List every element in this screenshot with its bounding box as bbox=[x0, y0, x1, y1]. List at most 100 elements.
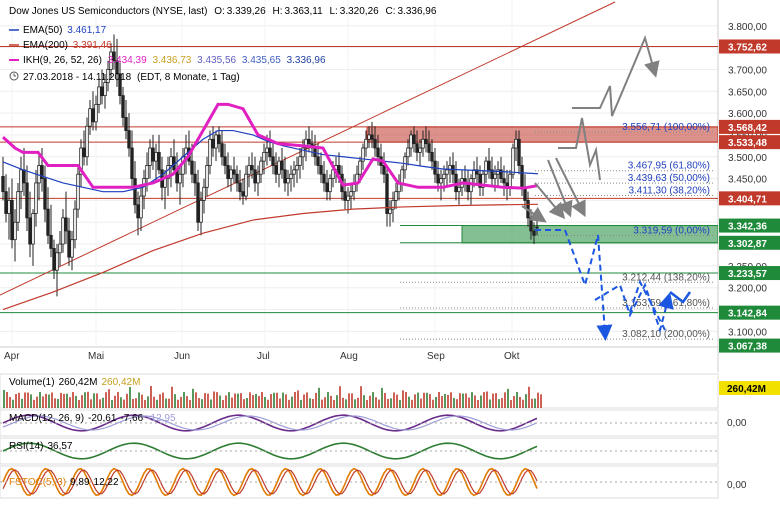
candle-body bbox=[409, 134, 413, 149]
volume-bar bbox=[24, 392, 26, 408]
volume-bar bbox=[201, 399, 203, 408]
volume-bar bbox=[333, 399, 335, 408]
candle-body bbox=[67, 230, 71, 258]
level-label: 3.404,71 bbox=[728, 194, 767, 205]
volume-bar bbox=[516, 392, 518, 408]
volume-bar bbox=[507, 388, 509, 408]
volume-bar bbox=[258, 396, 260, 408]
candle-body bbox=[346, 195, 350, 201]
candle-body bbox=[445, 169, 449, 175]
fib-label: 3.319,59 (0,00%) bbox=[633, 225, 710, 236]
candle-body bbox=[265, 147, 269, 153]
volume-bar bbox=[288, 399, 290, 408]
candle-body bbox=[436, 173, 440, 184]
volume-bar bbox=[51, 392, 53, 408]
volume-bar bbox=[378, 399, 380, 408]
candle-body bbox=[10, 199, 14, 241]
volume-bar bbox=[156, 399, 158, 408]
volume-bar bbox=[66, 393, 68, 408]
volume-bar bbox=[276, 392, 278, 408]
volume-bar bbox=[411, 399, 413, 408]
volume-bar bbox=[60, 392, 62, 408]
volume-bar bbox=[150, 386, 152, 408]
candle-body bbox=[382, 165, 386, 175]
volume-bar bbox=[45, 393, 47, 408]
volume-bar bbox=[510, 399, 512, 408]
candle-body bbox=[517, 138, 521, 166]
candle-body bbox=[214, 134, 218, 149]
legend-period: 27.03.2018 - 14.11.2018 (EDT, 8 Monate, … bbox=[23, 72, 240, 83]
volume-bar bbox=[135, 398, 137, 408]
volume-bar bbox=[261, 392, 263, 408]
macd-axis-label: 0,00 bbox=[727, 418, 747, 429]
y-tick-label: 3.600,00 bbox=[728, 109, 767, 120]
candle-body bbox=[487, 160, 491, 171]
volume-bar bbox=[15, 394, 17, 408]
volume-bar bbox=[120, 397, 122, 408]
volume-bar bbox=[231, 397, 233, 408]
volume-bar bbox=[486, 391, 488, 408]
candle-body bbox=[508, 173, 512, 188]
volume-bar bbox=[519, 396, 521, 408]
candle-body bbox=[343, 191, 347, 201]
candle-body bbox=[439, 178, 443, 184]
volume-bar bbox=[468, 397, 470, 408]
candle-body bbox=[139, 195, 143, 219]
volume-bar bbox=[435, 396, 437, 408]
volume-bar bbox=[360, 386, 362, 408]
volume-bar bbox=[408, 396, 410, 408]
volume-bar bbox=[489, 399, 491, 408]
candle-body bbox=[415, 143, 419, 153]
candle-body bbox=[49, 234, 53, 249]
volume-bar bbox=[381, 387, 383, 408]
volume-bar bbox=[537, 392, 539, 408]
x-tick-label: Mai bbox=[88, 351, 104, 362]
x-tick-label: Apr bbox=[4, 351, 20, 362]
volume-bar bbox=[72, 392, 74, 408]
candle-body bbox=[316, 156, 320, 166]
volume-bar bbox=[363, 395, 365, 408]
candle-body bbox=[7, 199, 11, 214]
x-tick-label: Okt bbox=[504, 351, 520, 362]
volume-bar bbox=[222, 399, 224, 408]
candle-body bbox=[292, 169, 296, 175]
volume-bar bbox=[216, 392, 218, 408]
candle-body bbox=[472, 169, 476, 179]
volume-bar bbox=[12, 399, 14, 408]
volume-bar bbox=[78, 399, 80, 408]
candle-body bbox=[103, 82, 107, 97]
candle-body bbox=[229, 169, 233, 179]
volume-bar bbox=[63, 393, 65, 408]
candle-body bbox=[280, 160, 284, 171]
y-tick-label: 3.800,00 bbox=[728, 22, 767, 33]
candle-body bbox=[373, 138, 377, 149]
volume-bar bbox=[447, 394, 449, 408]
y-tick-label: 3.700,00 bbox=[728, 65, 767, 76]
volume-bar bbox=[132, 398, 134, 408]
volume-bar bbox=[90, 399, 92, 408]
candle-body bbox=[256, 173, 260, 184]
fib-label: 3.212,44 (138,20%) bbox=[622, 272, 710, 283]
volume-bar bbox=[396, 394, 398, 408]
candle-body bbox=[34, 182, 38, 214]
volume-bar bbox=[228, 392, 230, 408]
volume-bar bbox=[69, 397, 71, 408]
volume-bar bbox=[327, 392, 329, 408]
volume-bar bbox=[390, 398, 392, 408]
candle-body bbox=[535, 226, 539, 229]
y-axis-labels: 3.100,003.150,003.200,003.250,003.300,00… bbox=[728, 22, 767, 339]
candle-body bbox=[421, 138, 425, 149]
volume-bar bbox=[180, 396, 182, 408]
volume-bar bbox=[357, 397, 359, 408]
volume-bar bbox=[30, 394, 32, 408]
candle-body bbox=[121, 95, 125, 118]
level-label: 3.302,87 bbox=[728, 239, 767, 250]
volume-bar bbox=[444, 393, 446, 408]
candle-body bbox=[226, 165, 230, 179]
candle-body bbox=[289, 173, 293, 179]
volume-bar bbox=[213, 391, 215, 408]
y-tick-label: 3.650,00 bbox=[728, 87, 767, 98]
volume-bar bbox=[465, 393, 467, 408]
candle-body bbox=[163, 178, 167, 188]
volume-bar bbox=[3, 390, 5, 408]
